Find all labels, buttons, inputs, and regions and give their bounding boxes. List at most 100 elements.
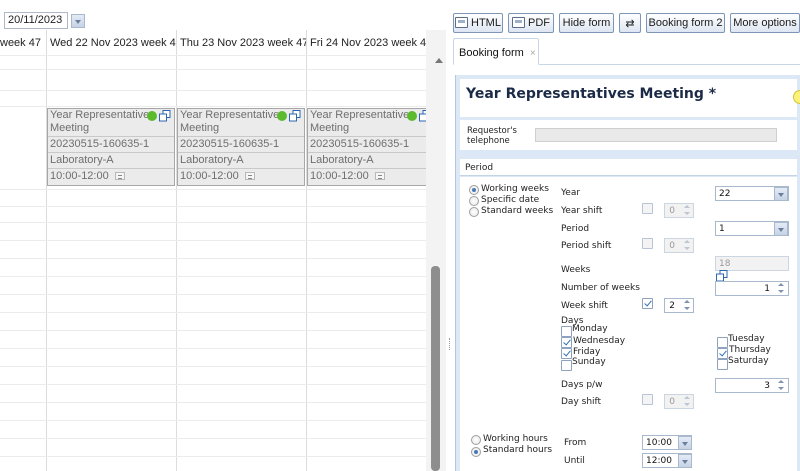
day-label: Thursday bbox=[729, 345, 771, 355]
radio-label: Standard weeks bbox=[481, 206, 554, 216]
year-shift-label: Year shift bbox=[561, 206, 603, 216]
week-shift-checkbox[interactable] bbox=[642, 298, 653, 309]
grid-line bbox=[0, 294, 426, 295]
column-header-fri: Fri 24 Nov 2023 week 47 bbox=[310, 37, 426, 49]
calendar-pane: 20/11/2023 week 47 Wed 22 Nov 2023 week … bbox=[0, 0, 446, 471]
date-dropdown-button[interactable] bbox=[71, 14, 85, 28]
grid-line bbox=[0, 384, 426, 385]
printer-icon bbox=[455, 17, 469, 28]
grid-line bbox=[0, 189, 426, 190]
day-thursday-checkbox[interactable] bbox=[717, 348, 728, 359]
spinner-icon[interactable] bbox=[776, 379, 787, 392]
day-sunday-checkbox[interactable] bbox=[561, 360, 572, 371]
grid-line bbox=[0, 348, 426, 349]
day-shift-label: Day shift bbox=[561, 397, 602, 407]
period-dropdown-icon[interactable] bbox=[774, 222, 788, 236]
event-block[interactable]: Year Representatives Meeting 20230515-16… bbox=[177, 108, 305, 186]
date-input[interactable]: 20/11/2023 bbox=[4, 12, 68, 29]
day-label: Saturday bbox=[728, 356, 769, 366]
html-button[interactable]: HTML bbox=[453, 13, 503, 33]
event-menu-icon[interactable] bbox=[244, 172, 255, 181]
spinner-icon[interactable] bbox=[682, 239, 693, 252]
swap-button[interactable]: ⇄ bbox=[619, 13, 641, 33]
year-label: Year bbox=[561, 188, 581, 198]
form-title-box: Year Representatives Meeting * bbox=[460, 79, 797, 117]
day-label: Monday bbox=[572, 324, 608, 334]
day-shift-checkbox[interactable] bbox=[642, 394, 653, 405]
event-block[interactable]: Year Representatives Meeting 20230515-16… bbox=[47, 108, 175, 186]
form-title: Year Representatives Meeting * bbox=[466, 86, 717, 102]
grid-line bbox=[0, 456, 426, 457]
column-divider bbox=[46, 30, 47, 471]
grid-line bbox=[0, 240, 426, 241]
day-monday-checkbox[interactable] bbox=[561, 326, 572, 337]
until-dropdown-icon[interactable] bbox=[678, 454, 692, 468]
requestor-section: Requestor's telephone bbox=[460, 120, 797, 150]
year-shift-checkbox[interactable] bbox=[642, 203, 653, 214]
radio-working-weeks[interactable] bbox=[469, 185, 479, 195]
day-wednesday-checkbox[interactable] bbox=[561, 337, 572, 348]
event-block[interactable]: Year Representatives Meeting 20230515-16… bbox=[307, 108, 435, 186]
pdf-button[interactable]: PDF bbox=[508, 13, 554, 33]
days-per-week-label: Days p/w bbox=[561, 380, 603, 390]
status-dot-icon bbox=[147, 111, 157, 121]
scrollbar-thumb[interactable] bbox=[431, 266, 440, 471]
radio-label: Standard hours bbox=[483, 445, 553, 455]
spinner-icon[interactable] bbox=[682, 299, 693, 312]
spinner-icon[interactable] bbox=[776, 282, 787, 295]
booking-form-2-button[interactable]: Booking form 2 bbox=[646, 13, 725, 33]
event-code: 20230515-160635-1 bbox=[310, 138, 410, 150]
grid-line bbox=[0, 330, 426, 331]
day-friday-checkbox[interactable] bbox=[561, 348, 572, 359]
event-code: 20230515-160635-1 bbox=[180, 138, 280, 150]
radio-specific-date[interactable] bbox=[469, 196, 479, 206]
period-section: Working weeks Specific date Standard wee… bbox=[460, 177, 797, 471]
radio-label: Working weeks bbox=[481, 184, 549, 194]
column-divider bbox=[176, 30, 177, 471]
grid-line bbox=[0, 69, 426, 70]
radio-standard-weeks[interactable] bbox=[469, 207, 479, 217]
more-options-button[interactable]: More options bbox=[730, 13, 800, 33]
tab-booking-form[interactable]: Booking form × bbox=[453, 38, 539, 65]
year-dropdown-icon[interactable] bbox=[774, 187, 788, 201]
radio-standard-hours[interactable] bbox=[471, 447, 481, 457]
event-menu-icon[interactable] bbox=[114, 172, 125, 181]
from-dropdown-icon[interactable] bbox=[678, 436, 692, 450]
column-header-thu: Thu 23 Nov 2023 week 47 bbox=[180, 37, 306, 49]
radio-label: Specific date bbox=[481, 195, 540, 205]
copy-icon[interactable] bbox=[159, 110, 171, 122]
column-header-tue: week 47 bbox=[0, 37, 41, 49]
period-shift-label: Period shift bbox=[561, 241, 612, 251]
event-menu-icon[interactable] bbox=[374, 172, 385, 181]
weeks-field[interactable]: 18 bbox=[715, 256, 789, 271]
day-tuesday-checkbox[interactable] bbox=[717, 337, 728, 348]
grid-line bbox=[0, 366, 426, 367]
event-time: 10:00-12:00 bbox=[310, 170, 369, 182]
booking-form: Year Representatives Meeting * Requestor… bbox=[455, 75, 800, 471]
requestor-telephone-label: Requestor's telephone bbox=[467, 126, 517, 146]
event-room: Laboratory-A bbox=[50, 154, 114, 166]
week-shift-label: Week shift bbox=[561, 301, 608, 311]
toolbar: HTML PDF Hide form ⇄ Booking form 2 More… bbox=[453, 13, 800, 33]
event-code: 20230515-160635-1 bbox=[50, 138, 150, 150]
tab-bar: Booking form × bbox=[453, 38, 800, 65]
lightbulb-icon[interactable] bbox=[793, 90, 800, 104]
swap-icon: ⇄ bbox=[625, 18, 635, 30]
grid-line bbox=[0, 276, 426, 277]
spinner-icon[interactable] bbox=[682, 204, 693, 217]
copy-icon[interactable] bbox=[289, 110, 301, 122]
close-icon[interactable]: × bbox=[530, 48, 536, 59]
requestor-telephone-field[interactable] bbox=[535, 128, 777, 142]
grid-line bbox=[0, 438, 426, 439]
hide-form-button[interactable]: Hide form bbox=[559, 13, 614, 33]
radio-working-hours[interactable] bbox=[471, 435, 481, 445]
column-divider bbox=[306, 30, 307, 471]
spinner-icon[interactable] bbox=[682, 395, 693, 408]
period-shift-checkbox[interactable] bbox=[642, 238, 653, 249]
day-saturday-checkbox[interactable] bbox=[717, 359, 728, 370]
scroll-up-icon[interactable] bbox=[435, 58, 443, 63]
day-label: Friday bbox=[573, 347, 601, 357]
grid-line bbox=[0, 312, 426, 313]
number-of-weeks-label: Number of weeks bbox=[561, 283, 640, 293]
grid-line bbox=[0, 106, 426, 107]
